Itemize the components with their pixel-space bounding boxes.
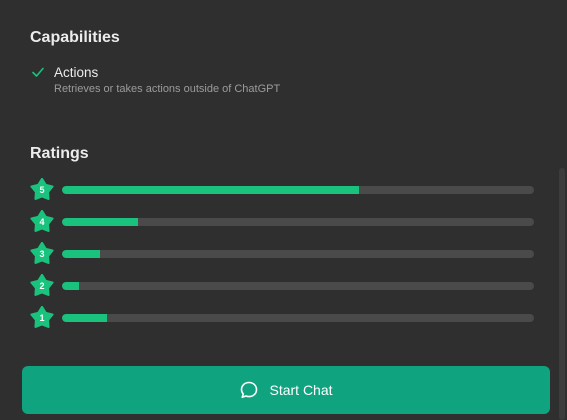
rating-row-3: 3	[30, 242, 535, 266]
rating-bar	[62, 186, 534, 194]
star-icon: 4	[30, 210, 54, 234]
start-chat-button[interactable]: Start Chat	[22, 366, 550, 414]
capability-description: Retrieves or takes actions outside of Ch…	[54, 83, 281, 95]
rating-row-4: 4	[30, 210, 535, 234]
capabilities-heading: Capabilities	[30, 29, 120, 46]
rating-star-count: 2	[39, 281, 45, 291]
rating-star-count: 3	[39, 249, 45, 259]
star-icon: 1	[30, 306, 54, 330]
ratings-heading: Ratings	[30, 145, 89, 162]
rating-row-5: 5	[30, 178, 535, 202]
rating-bar	[62, 282, 534, 290]
gpt-details-panel: Capabilities Actions Retrieves or takes …	[0, 0, 567, 420]
rating-star-count: 1	[39, 313, 45, 323]
capability-item-actions: Actions Retrieves or takes actions outsi…	[30, 64, 280, 97]
rating-bar	[62, 218, 534, 226]
rating-bar	[62, 250, 534, 258]
chat-bubble-icon	[241, 381, 258, 399]
rating-bar-fill	[62, 186, 360, 194]
check-icon	[32, 67, 44, 77]
rating-row-1: 1	[30, 306, 535, 330]
rating-bar-fill	[62, 218, 138, 226]
capability-name: Actions	[54, 65, 99, 80]
rating-star-count: 4	[39, 217, 45, 227]
scrollbar[interactable]	[559, 168, 565, 420]
star-icon: 5	[30, 178, 54, 202]
rating-row-2: 2	[30, 274, 535, 298]
rating-bar-fill	[62, 314, 107, 322]
rating-star-count: 5	[39, 185, 45, 195]
star-icon: 2	[30, 274, 54, 298]
start-chat-label: Start Chat	[269, 382, 333, 398]
rating-bar-fill	[62, 250, 100, 258]
rating-bar	[62, 314, 534, 322]
star-icon: 3	[30, 242, 54, 266]
rating-bar-fill	[62, 282, 79, 290]
